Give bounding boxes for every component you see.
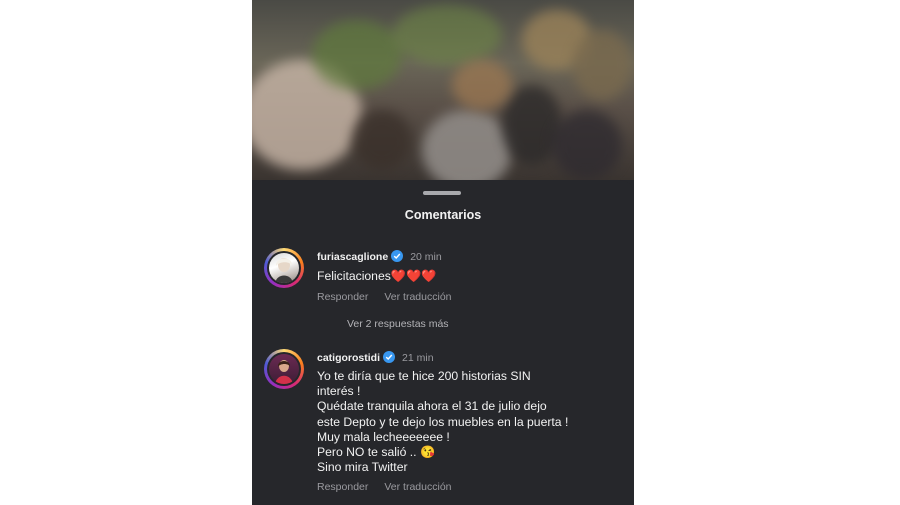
- comment-username[interactable]: furiascaglione: [317, 251, 388, 263]
- reply-button[interactable]: Responder: [317, 291, 368, 303]
- video-background: [252, 0, 634, 180]
- sheet-title: Comentarios: [404, 208, 482, 222]
- hearts-emoji: ❤️❤️❤️: [390, 269, 437, 283]
- drag-handle[interactable]: [423, 191, 461, 195]
- view-more-replies-button[interactable]: Ver 2 respuestas más: [347, 318, 449, 330]
- comment-text: Yo te diría que te hice 200 historias SI…: [317, 369, 569, 475]
- translate-button[interactable]: Ver traducción: [384, 291, 451, 303]
- reply-button[interactable]: Responder: [317, 481, 368, 493]
- translate-button[interactable]: Ver traducción: [384, 481, 451, 493]
- comment-time: 20 min: [410, 251, 442, 263]
- comment-username[interactable]: catigorostidi: [317, 352, 380, 364]
- comments-sheet: Comentarios furiascaglione 20 min Felicit…: [252, 180, 634, 505]
- avatar[interactable]: [264, 349, 304, 389]
- avatar[interactable]: [264, 248, 304, 288]
- verified-badge-icon: [383, 351, 396, 363]
- comment-time: 21 min: [402, 352, 434, 364]
- comment-text: Felicitaciones❤️❤️❤️: [317, 269, 437, 283]
- phone-screen: Comentarios furiascaglione 20 min Felicit…: [252, 0, 634, 505]
- verified-badge-icon: [391, 250, 404, 262]
